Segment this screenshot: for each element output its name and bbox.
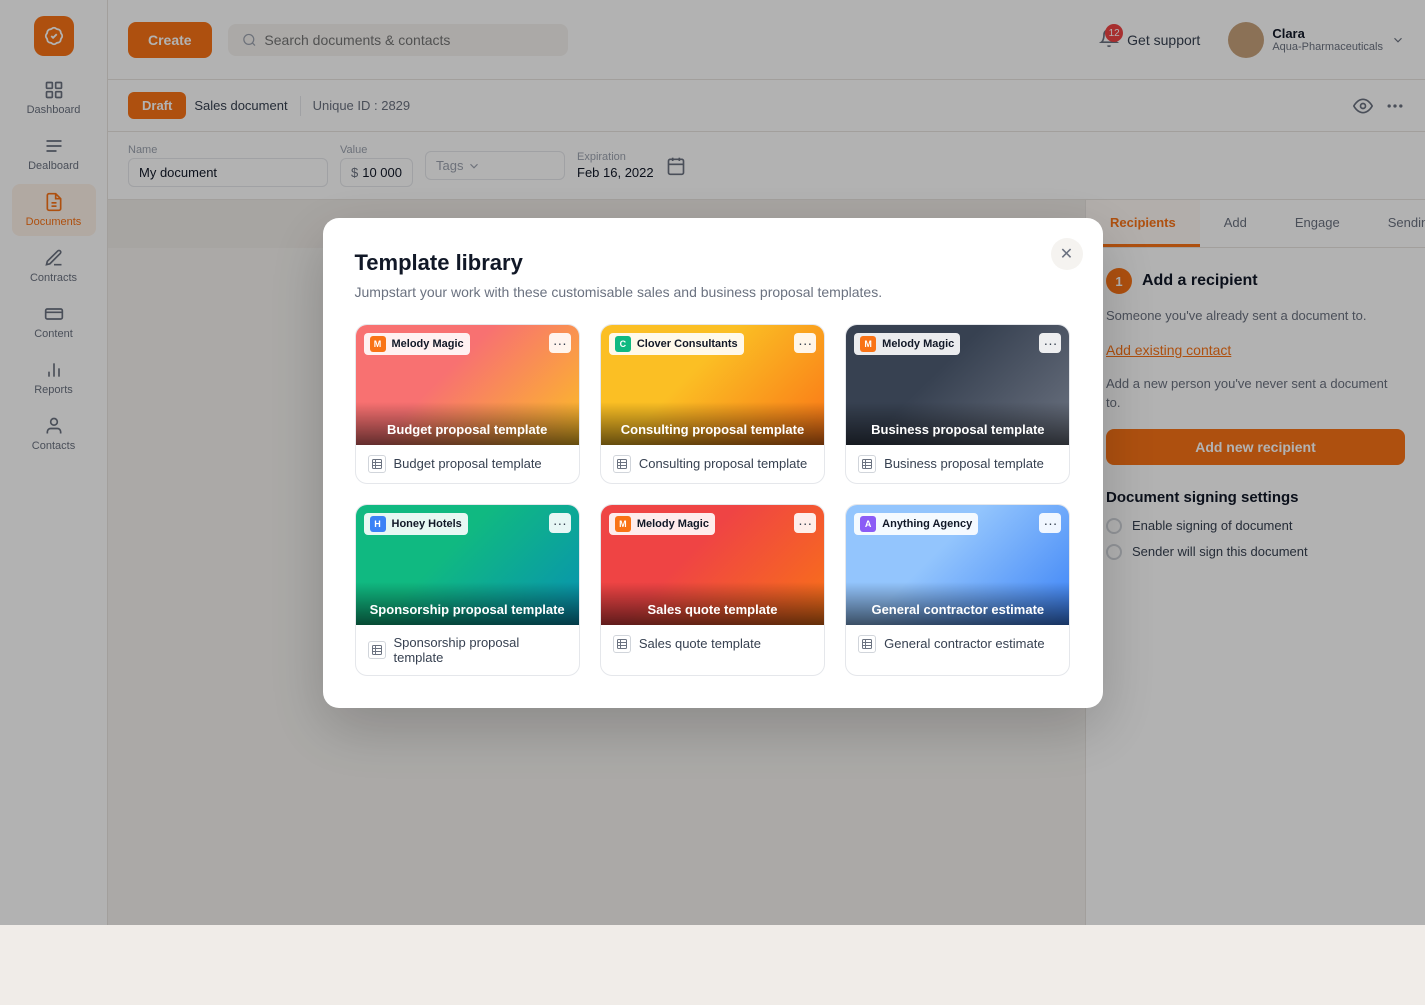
- brand-name-4: Melody Magic: [637, 518, 709, 530]
- template-table-icon-0: [368, 455, 386, 473]
- template-thumb-3: H Honey Hotels ··· Sponsorship proposal …: [356, 505, 579, 625]
- brand-name-5: Anything Agency: [882, 518, 972, 530]
- template-brand-0: M Melody Magic: [364, 333, 470, 355]
- modal-overlay[interactable]: Template library Jumpstart your work wit…: [0, 0, 1425, 925]
- template-thumb-0: M Melody Magic ··· Budget proposal templ…: [356, 325, 579, 445]
- brand-logo-2: M: [860, 336, 876, 352]
- template-footer-5: General contractor estimate: [846, 625, 1069, 663]
- template-footer-3: Sponsorship proposal template: [356, 625, 579, 675]
- modal-title: Template library: [355, 250, 1071, 276]
- template-table-icon-1: [613, 455, 631, 473]
- template-name-5: General contractor estimate: [884, 636, 1044, 651]
- template-brand-4: M Melody Magic: [609, 513, 715, 535]
- brand-logo-4: M: [615, 516, 631, 532]
- template-name-1: Consulting proposal template: [639, 456, 807, 471]
- template-name-4: Sales quote template: [639, 636, 761, 651]
- template-overlay-text-3: Sponsorship proposal template: [356, 582, 579, 625]
- template-footer-1: Consulting proposal template: [601, 445, 824, 483]
- template-footer-0: Budget proposal template: [356, 445, 579, 483]
- template-table-icon-3: [368, 641, 386, 659]
- template-brand-3: H Honey Hotels: [364, 513, 468, 535]
- template-thumb-2: M Melody Magic ··· Business proposal tem…: [846, 325, 1069, 445]
- template-dots-3[interactable]: ···: [549, 513, 571, 533]
- brand-logo-5: A: [860, 516, 876, 532]
- template-card-0[interactable]: M Melody Magic ··· Budget proposal templ…: [355, 324, 580, 484]
- modal-close-button[interactable]: ✕: [1051, 238, 1083, 270]
- template-thumb-1: C Clover Consultants ··· Consulting prop…: [601, 325, 824, 445]
- template-table-icon-2: [858, 455, 876, 473]
- brand-logo-0: M: [370, 336, 386, 352]
- template-thumb-5: A Anything Agency ··· General contractor…: [846, 505, 1069, 625]
- template-brand-1: C Clover Consultants: [609, 333, 744, 355]
- template-card-1[interactable]: C Clover Consultants ··· Consulting prop…: [600, 324, 825, 484]
- template-name-0: Budget proposal template: [394, 456, 542, 471]
- template-card-5[interactable]: A Anything Agency ··· General contractor…: [845, 504, 1070, 676]
- modal-subtitle: Jumpstart your work with these customisa…: [355, 284, 1071, 300]
- template-overlay-text-2: Business proposal template: [846, 402, 1069, 445]
- brand-name-0: Melody Magic: [392, 338, 464, 350]
- template-dots-4[interactable]: ···: [794, 513, 816, 533]
- template-table-icon-5: [858, 635, 876, 653]
- template-dots-1[interactable]: ···: [794, 333, 816, 353]
- template-grid: M Melody Magic ··· Budget proposal templ…: [355, 324, 1071, 676]
- brand-name-1: Clover Consultants: [637, 338, 738, 350]
- template-name-2: Business proposal template: [884, 456, 1044, 471]
- template-footer-4: Sales quote template: [601, 625, 824, 663]
- brand-name-2: Melody Magic: [882, 338, 954, 350]
- template-library-modal: Template library Jumpstart your work wit…: [323, 218, 1103, 708]
- template-brand-5: A Anything Agency: [854, 513, 978, 535]
- template-overlay-text-1: Consulting proposal template: [601, 402, 824, 445]
- template-dots-5[interactable]: ···: [1039, 513, 1061, 533]
- template-overlay-text-0: Budget proposal template: [356, 402, 579, 445]
- template-thumb-4: M Melody Magic ··· Sales quote template: [601, 505, 824, 625]
- brand-name-3: Honey Hotels: [392, 518, 462, 530]
- template-card-4[interactable]: M Melody Magic ··· Sales quote template …: [600, 504, 825, 676]
- template-table-icon-4: [613, 635, 631, 653]
- template-card-2[interactable]: M Melody Magic ··· Business proposal tem…: [845, 324, 1070, 484]
- template-footer-2: Business proposal template: [846, 445, 1069, 483]
- template-dots-2[interactable]: ···: [1039, 333, 1061, 353]
- template-brand-2: M Melody Magic: [854, 333, 960, 355]
- template-overlay-text-5: General contractor estimate: [846, 582, 1069, 625]
- template-name-3: Sponsorship proposal template: [394, 635, 567, 665]
- template-overlay-text-4: Sales quote template: [601, 582, 824, 625]
- template-card-3[interactable]: H Honey Hotels ··· Sponsorship proposal …: [355, 504, 580, 676]
- template-dots-0[interactable]: ···: [549, 333, 571, 353]
- brand-logo-1: C: [615, 336, 631, 352]
- brand-logo-3: H: [370, 516, 386, 532]
